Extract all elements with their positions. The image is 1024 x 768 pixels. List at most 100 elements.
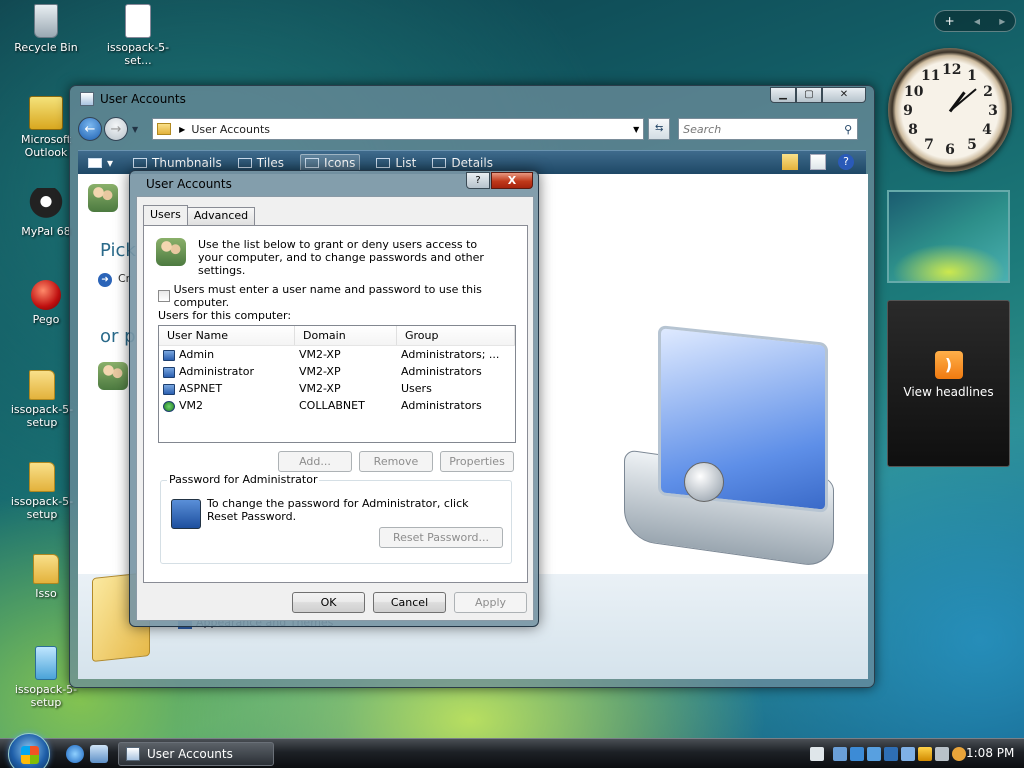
back-button[interactable]: ← — [78, 117, 102, 141]
refresh-button[interactable]: ⇆ — [648, 118, 671, 140]
view-label: Icons — [324, 155, 356, 170]
internet-explorer-icon[interactable] — [66, 745, 84, 763]
pego-icon — [31, 280, 61, 310]
remove-user-button[interactable]: Remove — [359, 451, 433, 472]
close-button[interactable]: ✕ — [822, 87, 866, 103]
views-menu-button[interactable]: ▾ — [88, 156, 113, 170]
table-row[interactable]: ASPNET VM2-XP Users — [159, 380, 515, 397]
domain-cell: VM2-XP — [299, 365, 341, 378]
thumbnails-icon — [133, 157, 148, 168]
taskbar-clock[interactable]: 1:08 PM — [966, 746, 1014, 760]
group-cell: Administrators — [401, 399, 482, 412]
clock-number: 6 — [945, 142, 955, 158]
tab-users[interactable]: Users — [143, 205, 188, 225]
table-row[interactable]: Admin VM2-XP Administrators; ... — [159, 346, 515, 363]
recycle-bin-icon — [34, 4, 58, 38]
user-icon — [163, 349, 175, 361]
slideshow-gadget[interactable] — [887, 190, 1010, 283]
setup-icon — [35, 646, 57, 680]
tray-app-icon[interactable] — [867, 747, 881, 761]
recent-pages-dropdown-icon[interactable]: ▼ — [132, 125, 138, 134]
column-header-group[interactable]: Group — [397, 326, 515, 345]
help-icon[interactable]: ? — [838, 154, 854, 170]
add-user-button[interactable]: Add... — [278, 451, 352, 472]
notification-area — [810, 743, 969, 765]
window-title: User Accounts — [100, 92, 186, 106]
volume-icon[interactable] — [935, 747, 949, 761]
tray-app-icon[interactable] — [850, 747, 864, 761]
feed-headlines-gadget[interactable]: ) View headlines — [887, 300, 1010, 467]
next-gadget-button[interactable]: ▸ — [999, 14, 1005, 28]
taskbar-button-user-accounts[interactable]: User Accounts — [118, 742, 274, 766]
properties-icon[interactable] — [810, 154, 826, 170]
domain-cell: COLLABNET — [299, 399, 365, 412]
search-icon[interactable]: ⚲ — [839, 123, 857, 136]
security-shield-icon[interactable] — [918, 747, 932, 761]
clock-number: 8 — [908, 122, 918, 138]
details-icon — [432, 157, 447, 168]
view-label: Thumbnails — [152, 155, 222, 170]
checkbox-box[interactable] — [158, 290, 170, 302]
language-bar-icon[interactable] — [810, 747, 824, 761]
toolbar-right-icons: ? — [770, 154, 854, 170]
view-tiles[interactable]: Tiles — [237, 156, 284, 170]
dialog-help-button[interactable]: ? — [466, 172, 490, 189]
users-list[interactable]: User Name Domain Group Admin VM2-XP Admi… — [158, 325, 516, 443]
password-group: Password for Administrator To change the… — [160, 473, 512, 564]
user-name-text: ASPNET — [179, 382, 223, 395]
column-header-domain[interactable]: Domain — [295, 326, 397, 345]
search-tray-icon[interactable] — [952, 747, 966, 761]
rss-icon: ) — [934, 351, 963, 379]
device-knob — [684, 462, 724, 502]
table-row[interactable]: Administrator VM2-XP Administrators — [159, 363, 515, 380]
require-password-checkbox[interactable]: Users must enter a user name and passwor… — [158, 283, 527, 309]
search-input[interactable]: Search ⚲ — [678, 118, 859, 140]
view-label: Details — [451, 155, 493, 170]
maximize-button[interactable]: ▢ — [796, 87, 822, 103]
window-titlebar[interactable]: User Accounts — [70, 86, 874, 112]
clock-number: 2 — [983, 84, 993, 100]
apply-button[interactable]: Apply — [454, 592, 527, 613]
tray-app-icon[interactable] — [901, 747, 915, 761]
clock-number: 5 — [967, 137, 977, 153]
clock-gadget[interactable]: 12 1 2 3 4 5 6 7 8 9 10 11 — [888, 48, 1012, 172]
user-accounts-icon — [88, 184, 118, 212]
tab-advanced[interactable]: Advanced — [186, 207, 256, 225]
windows-logo-icon — [21, 746, 39, 764]
tray-app-icon[interactable] — [884, 747, 898, 761]
forward-button[interactable]: → — [104, 117, 128, 141]
column-header-user-name[interactable]: User Name — [159, 326, 295, 345]
cancel-button[interactable]: Cancel — [373, 592, 446, 613]
create-account-link[interactable]: ➜ Cr — [98, 272, 130, 287]
table-row[interactable]: VM2 COLLABNET Administrators — [159, 397, 515, 414]
view-icons[interactable]: Icons — [300, 153, 361, 172]
show-desktop-icon[interactable] — [90, 745, 108, 763]
add-gadget-button[interactable]: + — [945, 14, 955, 28]
minimize-button[interactable]: ▁ — [770, 87, 796, 103]
address-bar[interactable]: ▶ User Accounts ▼ — [152, 118, 645, 140]
view-list[interactable]: List — [376, 156, 416, 170]
properties-button[interactable]: Properties — [440, 451, 514, 472]
user-account-icon[interactable] — [98, 362, 128, 390]
view-headlines-link[interactable]: View headlines — [888, 385, 1009, 399]
clock-number: 12 — [942, 62, 962, 78]
network-icon[interactable] — [833, 747, 847, 761]
chevron-down-icon[interactable]: ▼ — [629, 125, 643, 134]
domain-cell: VM2-XP — [299, 382, 341, 395]
view-details[interactable]: Details — [432, 156, 493, 170]
desktop-icon-issopack-setup[interactable]: issopack-5-set... — [96, 4, 180, 67]
desktop-icon-recycle-bin[interactable]: Recycle Bin — [4, 4, 88, 54]
previous-gadget-button[interactable]: ◂ — [974, 14, 980, 28]
desktop-icon-label: Recycle Bin — [14, 41, 78, 54]
clock-number: 11 — [921, 68, 941, 84]
start-button[interactable] — [8, 733, 50, 768]
checkbox-label: Users must enter a user name and passwor… — [173, 283, 482, 309]
new-folder-icon[interactable] — [782, 154, 798, 170]
address-text: User Accounts — [191, 122, 271, 136]
view-thumbnails[interactable]: Thumbnails — [133, 156, 222, 170]
reset-password-button[interactable]: Reset Password... — [379, 527, 503, 548]
window-caption-buttons: ▁ ▢ ✕ — [770, 87, 866, 103]
dialog-close-button[interactable]: X — [491, 172, 533, 189]
arrow-right-icon: ➜ — [98, 273, 112, 287]
ok-button[interactable]: OK — [292, 592, 365, 613]
